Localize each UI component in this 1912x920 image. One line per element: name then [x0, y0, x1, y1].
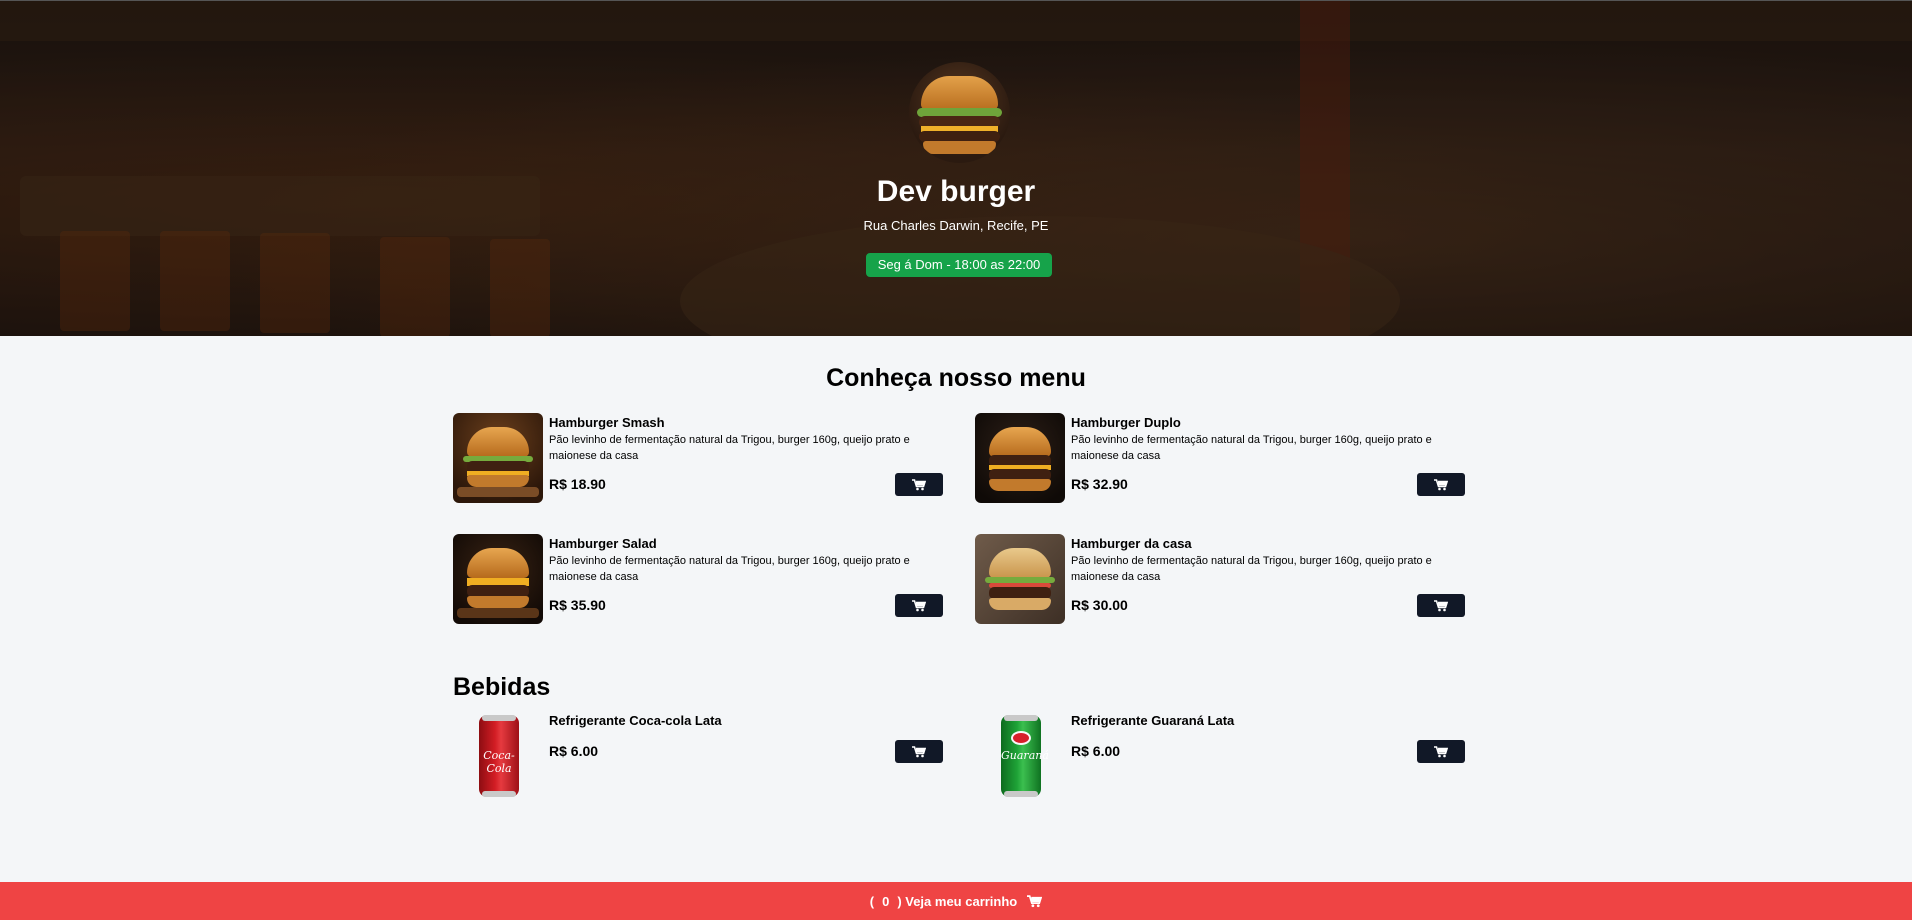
cart-open-paren: ( — [869, 893, 875, 909]
menu-item: Guaraná Refrigerante Guaraná Lata R$ 6.0… — [975, 711, 1465, 801]
burger-image — [453, 534, 543, 624]
menu-item: Hamburger Salad Pão levinho de fermentaç… — [453, 534, 943, 624]
add-to-cart-button[interactable] — [895, 740, 943, 763]
item-name: Hamburger da casa — [1071, 536, 1192, 551]
menu-item: Hamburger da casa Pão levinho de ferment… — [975, 534, 1465, 624]
item-name: Hamburger Salad — [549, 536, 657, 551]
item-price: R$ 30.00 — [1071, 597, 1128, 613]
guarana-can-image: Guaraná — [975, 711, 1065, 801]
cart-icon — [912, 599, 926, 611]
item-price: R$ 32.90 — [1071, 476, 1128, 492]
menu-item: Hamburger Duplo Pão levinho de fermentaç… — [975, 413, 1465, 503]
item-name: Refrigerante Coca-cola Lata — [549, 713, 722, 728]
burger-image — [975, 413, 1065, 503]
cart-icon — [1434, 745, 1448, 757]
cart-icon — [1434, 599, 1448, 611]
hero-header: Dev burger Rua Charles Darwin, Recife, P… — [0, 0, 1912, 336]
item-price: R$ 6.00 — [549, 743, 599, 759]
add-to-cart-button[interactable] — [1417, 740, 1465, 763]
opening-hours-badge: Seg á Dom - 18:00 as 22:00 — [866, 253, 1052, 277]
burger-image — [453, 413, 543, 503]
menu-title: Conheça nosso menu — [826, 364, 1086, 392]
add-to-cart-button[interactable] — [895, 473, 943, 496]
item-name: Hamburger Duplo — [1071, 415, 1181, 430]
add-to-cart-button[interactable] — [1417, 473, 1465, 496]
drinks-section-title: Bebidas — [453, 673, 551, 701]
menu-item: Hamburger Smash Pão levinho de fermentaç… — [453, 413, 943, 503]
item-description: Pão levinho de fermentação natural da Tr… — [549, 555, 910, 583]
cart-icon — [1434, 478, 1448, 490]
brand-title: Dev burger — [876, 175, 1036, 208]
menu-item: Coca-Cola Refrigerante Coca-cola Lata R$… — [453, 711, 943, 801]
add-to-cart-button[interactable] — [895, 594, 943, 617]
item-price: R$ 18.90 — [549, 476, 606, 492]
burger-image — [975, 534, 1065, 624]
cart-icon — [912, 745, 926, 757]
cart-icon — [1027, 894, 1043, 908]
burger-logo — [909, 62, 1010, 163]
item-name: Refrigerante Guaraná Lata — [1071, 713, 1235, 728]
cart-label: ) Veja meu carrinho — [897, 893, 1018, 909]
item-price: R$ 35.90 — [549, 597, 606, 613]
brand-address: Rua Charles Darwin, Recife, PE — [863, 218, 1049, 233]
cart-icon — [912, 478, 926, 490]
coca-cola-can-image: Coca-Cola — [453, 711, 543, 801]
item-price: R$ 6.00 — [1071, 743, 1121, 759]
view-cart-button[interactable]: ( 0 ) Veja meu carrinho — [0, 882, 1912, 920]
cart-count: 0 — [882, 893, 890, 909]
item-description: Pão levinho de fermentação natural da Tr… — [549, 434, 910, 462]
add-to-cart-button[interactable] — [1417, 594, 1465, 617]
item-description: Pão levinho de fermentação natural da Tr… — [1071, 555, 1432, 583]
item-name: Hamburger Smash — [549, 415, 665, 430]
item-description: Pão levinho de fermentação natural da Tr… — [1071, 434, 1432, 462]
